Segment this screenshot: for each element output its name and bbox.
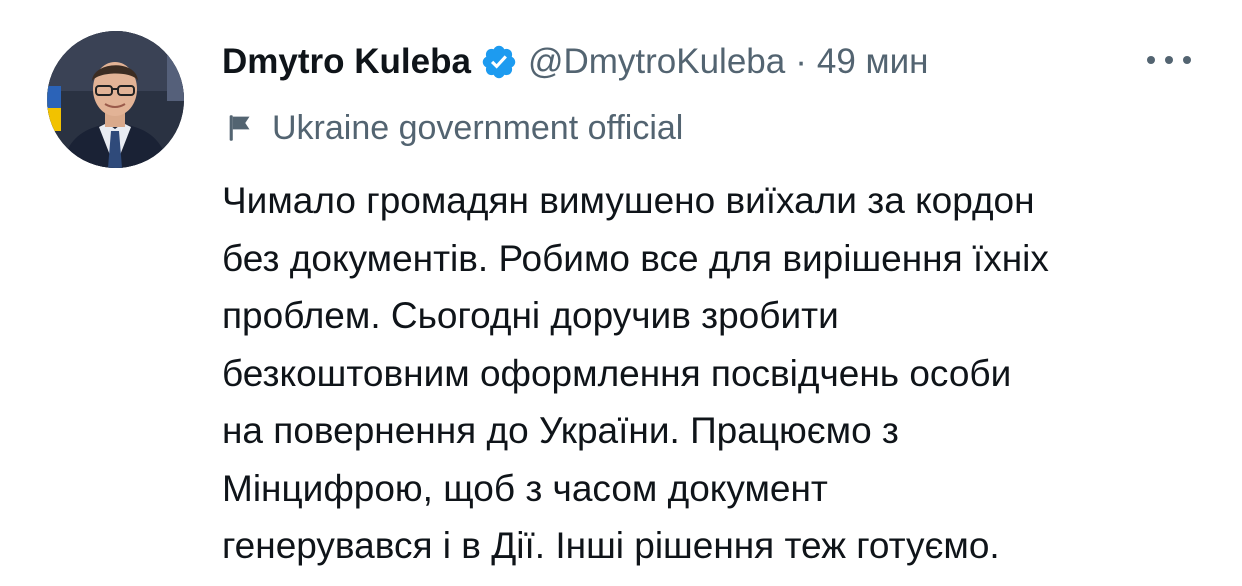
tweet-timestamp[interactable]: 49 мин (817, 42, 929, 82)
more-options-icon[interactable] (1147, 48, 1191, 72)
tweet-text-line: безкоштовним оформлення посвідчень особи (222, 352, 1012, 394)
tweet-text-line: Чимало громадян вимушено виїхали за корд… (222, 180, 1035, 221)
avatar[interactable] (47, 31, 184, 168)
tweet-text: Чимало громадян вимушено виїхали за корд… (222, 172, 1222, 575)
flag-icon (224, 111, 258, 145)
tweet-header: Dmytro Kuleba @DmytroKuleba · 49 мин (222, 36, 929, 88)
tweet-text-line: генерувався і в Дії. Інші рішення теж го… (222, 525, 1000, 566)
meta-separator: · (795, 42, 807, 81)
user-handle[interactable]: @DmytroKuleba (528, 42, 785, 82)
tweet-text-line: Мінцифрою, щоб з часом документ (222, 467, 828, 509)
more-dot (1147, 56, 1155, 64)
more-dot (1183, 56, 1191, 64)
display-name[interactable]: Dmytro Kuleba (222, 42, 471, 82)
tweet-text-line: на повернення до України. Працюємо з (222, 410, 899, 451)
verified-badge-icon (480, 43, 518, 81)
tweet-text-line: проблем. Сьогодні доручив зробити (222, 295, 839, 336)
avatar-photo (47, 31, 184, 168)
tweet-card[interactable]: Dmytro Kuleba @DmytroKuleba · 49 мин Ukr… (0, 0, 1242, 586)
account-label-text[interactable]: Ukraine government official (272, 109, 683, 148)
tweet-text-line: без документів. Робимо все для вирішення… (222, 237, 1049, 279)
more-dot (1165, 56, 1173, 64)
account-label: Ukraine government official (224, 104, 683, 152)
